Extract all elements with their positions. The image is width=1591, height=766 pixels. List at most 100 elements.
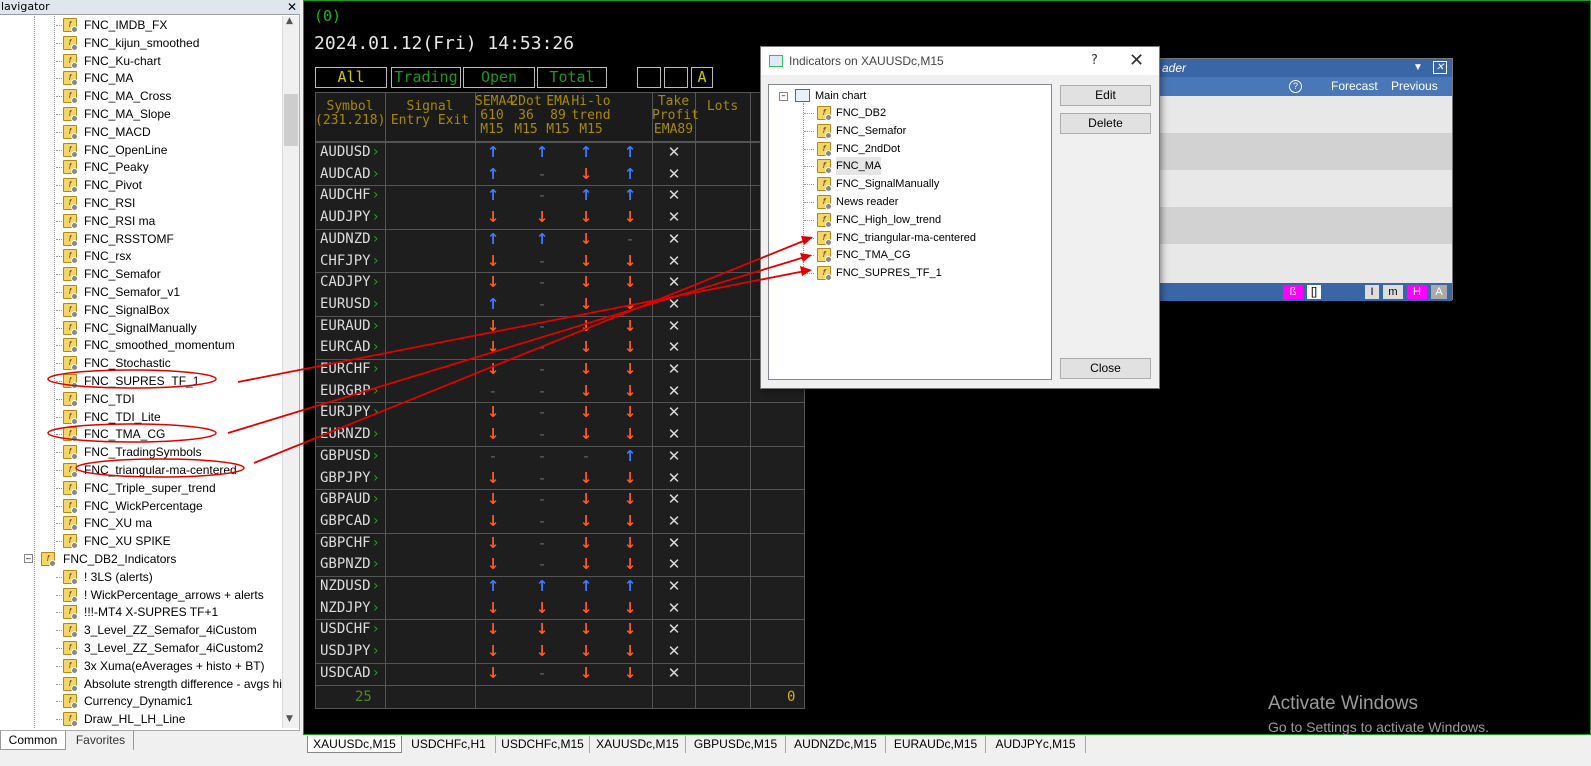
scroll-up-icon[interactable]: ▲ (286, 16, 293, 26)
chevron-right-icon[interactable]: › (373, 576, 379, 597)
close-position-icon[interactable]: ✕ (659, 229, 689, 250)
chevron-right-icon[interactable]: › (373, 359, 379, 380)
navigator-item[interactable]: f FNC_TDI (56, 390, 280, 408)
all-button[interactable]: A (1431, 285, 1447, 299)
chevron-right-icon[interactable]: › (373, 533, 379, 554)
navigator-item[interactable]: f FNC_TMA_CG (56, 425, 280, 443)
impact-medium-button[interactable]: m (1383, 285, 1403, 299)
filter-button[interactable]: All (315, 67, 387, 88)
filter-button[interactable]: Trading (391, 67, 461, 88)
symbol-label[interactable]: GBPAUD (320, 489, 371, 510)
close-button[interactable]: Close (1060, 358, 1151, 379)
symbol-label[interactable]: EURGBP (320, 381, 371, 402)
indicator-node[interactable]: FNC_SignalManually (836, 175, 939, 193)
navigator-item[interactable]: f FNC_XU ma (56, 514, 280, 532)
chart-tab[interactable]: AUDNZDc,M15 (786, 736, 886, 753)
chevron-right-icon[interactable]: › (373, 489, 379, 510)
close-position-icon[interactable]: ✕ (659, 337, 689, 358)
impact-high-button[interactable]: H (1407, 285, 1427, 299)
news-row[interactable] (1159, 96, 1452, 133)
symbol-label[interactable]: AUDJPY (320, 207, 371, 228)
close-position-icon[interactable]: ✕ (659, 381, 689, 402)
indicator-node[interactable]: FNC_High_low_trend (836, 211, 941, 229)
chart-tab[interactable]: EURAUDc,M15 (886, 736, 986, 753)
close-position-icon[interactable]: ✕ (659, 511, 689, 532)
close-position-icon[interactable]: ✕ (659, 142, 689, 163)
close-position-icon[interactable]: ✕ (659, 359, 689, 380)
chevron-right-icon[interactable]: › (373, 619, 379, 640)
chart-tab[interactable]: USDCHFc,H1 (402, 736, 496, 753)
symbol-label[interactable]: AUDUSD (320, 142, 371, 163)
close-position-icon[interactable]: ✕ (659, 446, 689, 467)
navigator-item[interactable]: f Draw_HL_LH_Line (56, 710, 280, 728)
news-row[interactable] (1159, 207, 1452, 244)
chevron-right-icon[interactable]: › (373, 663, 379, 684)
navigator-item[interactable]: f FNC_MA (56, 69, 280, 87)
navigator-item[interactable]: f FNC_Triple_super_trend (56, 479, 280, 497)
chart-tab[interactable]: XAUUSDc,M15 (307, 736, 402, 753)
close-position-icon[interactable]: ✕ (659, 489, 689, 510)
close-icon[interactable]: ✕ (1433, 61, 1447, 74)
symbol-label[interactable]: GBPCHF (320, 533, 371, 554)
navigator-item[interactable]: f FNC_rsx (56, 247, 280, 265)
scroll-down-icon[interactable]: ▼ (286, 714, 293, 724)
navigator-item[interactable]: f FNC_SignalManually (56, 319, 280, 337)
close-position-icon[interactable]: ✕ (659, 576, 689, 597)
symbol-label[interactable]: CADJPY (320, 272, 371, 293)
scrollbar-thumb[interactable] (284, 94, 298, 146)
close-position-icon[interactable]: ✕ (659, 619, 689, 640)
indicator-node[interactable]: FNC_MA (836, 157, 882, 176)
tab-common[interactable]: Common (0, 731, 66, 750)
close-position-icon[interactable]: ✕ (659, 207, 689, 228)
symbol-label[interactable]: NZDUSD (320, 576, 371, 597)
impact-low-button[interactable]: I (1365, 285, 1379, 299)
symbol-label[interactable]: GBPJPY (320, 468, 371, 489)
navigator-item[interactable]: f FNC_OpenLine (56, 141, 280, 159)
close-position-icon[interactable]: ✕ (659, 641, 689, 662)
close-position-icon[interactable]: ✕ (659, 468, 689, 489)
close-position-icon[interactable]: ✕ (659, 424, 689, 445)
chevron-right-icon[interactable]: › (373, 424, 379, 445)
indicator-node[interactable]: FNC_2ndDot (836, 140, 900, 158)
navigator-item[interactable]: f FNC_Semafor (56, 265, 280, 283)
navigator-item[interactable]: f 3_Level_ZZ_Semafor_4iCustom2 (56, 639, 280, 657)
alert-button[interactable]: ß (1283, 285, 1303, 299)
navigator-item[interactable]: f FNC_SignalBox (56, 301, 280, 319)
close-position-icon[interactable]: ✕ (659, 185, 689, 206)
indicators-dialog[interactable]: Indicators on XAUUSDc,M15 ? ✕ – Main char… (760, 46, 1160, 389)
indicator-node[interactable]: FNC_TMA_CG (836, 246, 911, 264)
filter-button[interactable]: Total (537, 67, 607, 88)
previous-column[interactable]: Previous (1391, 77, 1438, 96)
chevron-right-icon[interactable]: › (373, 316, 379, 337)
dialog-close-button[interactable]: ✕ (1129, 47, 1144, 75)
symbol-label[interactable]: USDCHF (320, 619, 371, 640)
symbol-label[interactable]: GBPCAD (320, 511, 371, 532)
navigator-item[interactable]: f FNC_Pivot (56, 176, 280, 194)
chevron-right-icon[interactable]: › (373, 598, 379, 619)
navigator-item[interactable]: f FNC_MACD (56, 123, 280, 141)
filter-button[interactable]: Open (463, 67, 535, 88)
chevron-right-icon[interactable]: › (373, 251, 379, 272)
collapse-icon[interactable]: – (24, 554, 33, 563)
chart-tab[interactable]: XAUUSDc,M15 (590, 736, 686, 753)
chevron-right-icon[interactable]: › (373, 229, 379, 250)
tab-favorites[interactable]: Favorites (68, 731, 134, 750)
navigator-item[interactable]: f FNC_Peaky (56, 158, 280, 176)
news-reader-window[interactable]: ader ▼ ✕ ? Forecast Previous ß [] I m H … (1158, 58, 1453, 301)
chevron-right-icon[interactable]: › (373, 294, 379, 315)
delete-button[interactable]: Delete (1060, 113, 1151, 134)
navigator-item[interactable]: f Currency_Dynamic1 (56, 692, 280, 710)
close-position-icon[interactable]: ✕ (659, 294, 689, 315)
news-row[interactable] (1159, 244, 1452, 283)
close-position-icon[interactable]: ✕ (659, 272, 689, 293)
chevron-right-icon[interactable]: › (373, 207, 379, 228)
navigator-item[interactable]: f FNC_triangular-ma-centered (56, 461, 280, 479)
edit-button[interactable]: Edit (1060, 85, 1151, 106)
navigator-item[interactable]: f FNC_RSSTOMF (56, 230, 280, 248)
navigator-item[interactable]: f FNC_TDI_Lite (56, 408, 280, 426)
dropdown-icon[interactable]: ▼ (1413, 59, 1423, 77)
chevron-right-icon[interactable]: › (373, 185, 379, 206)
symbol-label[interactable]: AUDNZD (320, 229, 371, 250)
chevron-right-icon[interactable]: › (373, 446, 379, 467)
navigator-item[interactable]: f FNC_RSI (56, 194, 280, 212)
